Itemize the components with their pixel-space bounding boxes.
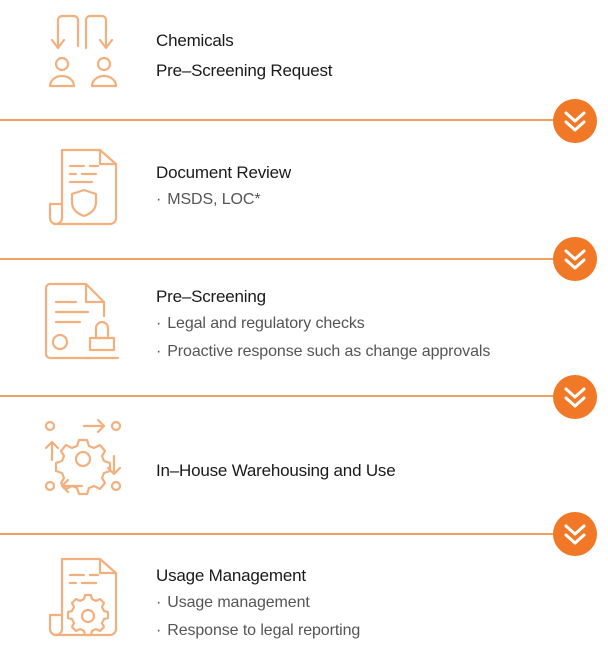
step-5-title: Usage Management — [156, 565, 360, 587]
step-2-bullets: MSDS, LOC* — [156, 190, 291, 210]
gear-cycle-icon — [40, 412, 126, 498]
double-chevron-down-icon — [553, 512, 597, 556]
double-chevron-down-icon — [553, 237, 597, 281]
step-3-bullets: Legal and regulatory checks Proactive re… — [156, 314, 490, 362]
divider-1 — [0, 119, 590, 121]
step-1-title: Chemicals Pre–Screening Request — [156, 30, 333, 82]
double-chevron-down-icon — [553, 375, 597, 419]
step-3-title-line-1: Pre–Screening — [156, 287, 266, 306]
document-gear-icon — [40, 555, 126, 641]
step-1-title-line-2: Pre–Screening Request — [156, 61, 333, 80]
step-1-title-line-1: Chemicals — [156, 31, 234, 50]
step-5-bullets: Usage management Response to legal repor… — [156, 593, 360, 641]
divider-3 — [0, 395, 590, 397]
document-shield-icon — [40, 144, 126, 230]
step-4-title: In–House Warehousing and Use — [156, 460, 396, 482]
transfer-users-icon — [40, 6, 126, 92]
step-2-title-line-1: Document Review — [156, 163, 291, 182]
list-item: Proactive response such as change approv… — [156, 342, 490, 362]
divider-2 — [0, 258, 590, 260]
list-item: MSDS, LOC* — [156, 190, 291, 210]
list-item: Legal and regulatory checks — [156, 314, 490, 334]
divider-4 — [0, 533, 590, 535]
step-3-title: Pre–Screening — [156, 286, 490, 308]
double-chevron-down-icon — [553, 99, 597, 143]
list-item: Response to legal reporting — [156, 621, 360, 641]
step-5-title-line-1: Usage Management — [156, 566, 306, 585]
list-item: Usage management — [156, 593, 360, 613]
document-stamp-icon — [40, 280, 126, 366]
step-2-title: Document Review — [156, 162, 291, 184]
step-4-title-line-1: In–House Warehousing and Use — [156, 461, 396, 480]
